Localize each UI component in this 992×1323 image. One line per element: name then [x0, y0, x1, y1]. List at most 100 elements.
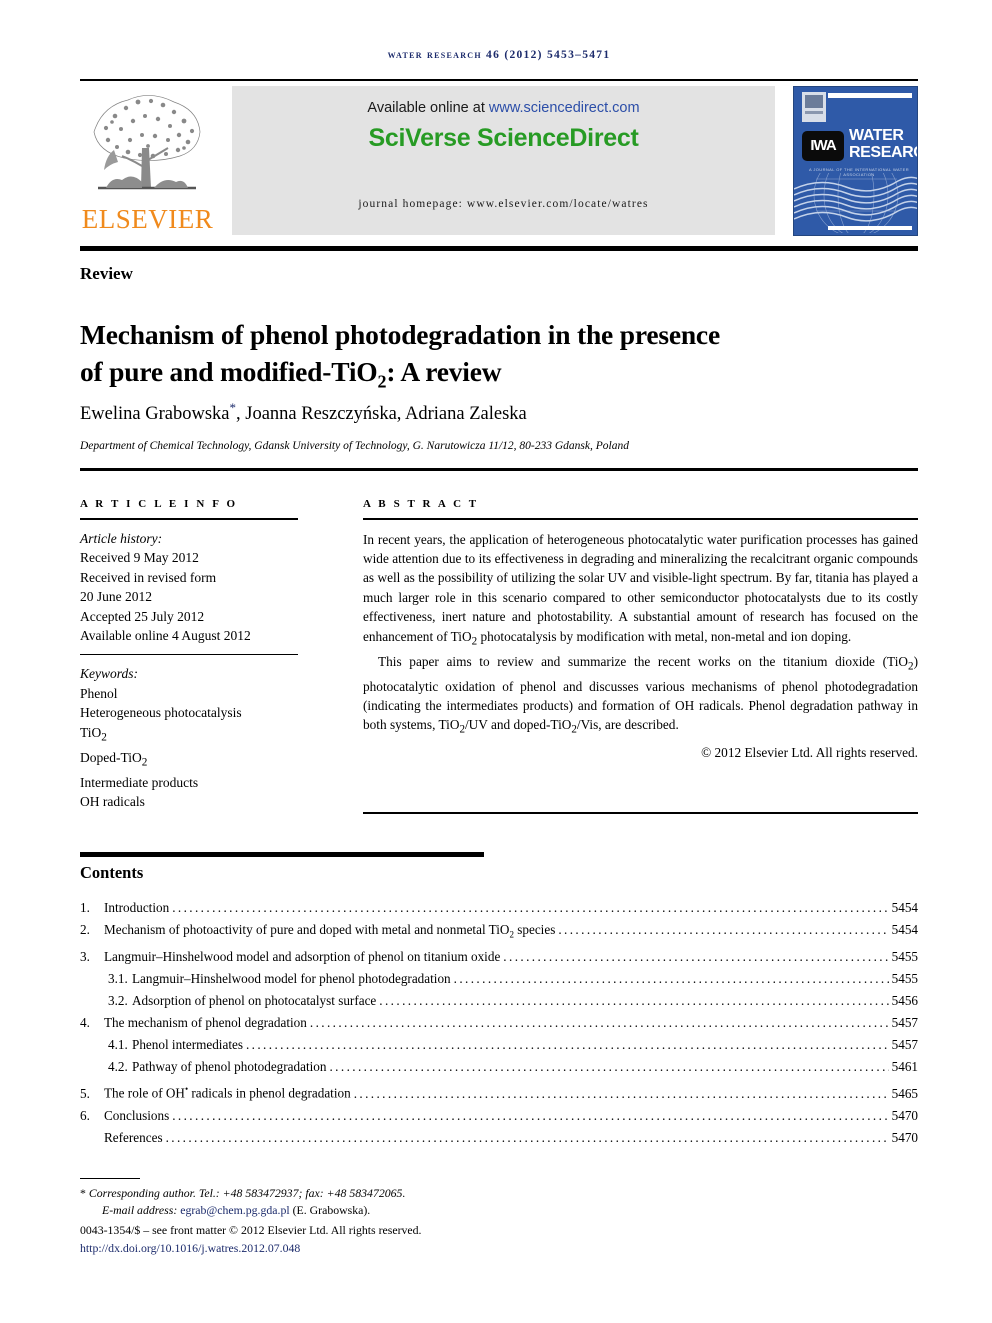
article-first-page: water research 46 (2012) 5453–5471 Avail…	[0, 0, 992, 1323]
email-label: E-mail address:	[102, 1203, 181, 1218]
toc-label[interactable]: Langmuir–Hinshelwood model and adsorptio…	[104, 946, 500, 968]
author-first: Ewelina Grabowska	[80, 404, 230, 425]
toc-page: 5457	[891, 1015, 918, 1031]
keyword-item: Heterogeneous photocatalysis	[80, 705, 242, 720]
toc-leader: ........................................…	[353, 1085, 889, 1101]
contents-top-rule	[80, 852, 484, 857]
toc-leader: ........................................…	[309, 1015, 889, 1031]
toc-label[interactable]: Introduction	[104, 897, 169, 919]
article-history-label: Article history:	[80, 530, 163, 546]
keywords-label: Keywords:	[80, 666, 138, 681]
toc-page: 5455	[891, 970, 918, 986]
cover-wave-graphic	[794, 173, 917, 233]
toc-entry[interactable]: 4. The mechanism of phenol degradation .…	[80, 1012, 918, 1034]
journal-masthead: Available online at www.sciencedirect.co…	[80, 86, 918, 238]
toc-label[interactable]: Conclusions	[104, 1105, 169, 1127]
toc-entry[interactable]: 4.2. Pathway of phenol photodegradation …	[80, 1056, 918, 1078]
toc-label[interactable]: Adsorption of phenol on photocatalyst su…	[132, 990, 376, 1012]
toc-leader: ........................................…	[245, 1037, 889, 1053]
cover-stamp-thumbnail	[802, 92, 826, 122]
available-online-line: Available online at www.sciencedirect.co…	[232, 100, 775, 116]
toc-leader: ........................................…	[453, 970, 889, 986]
toc-number: 1.	[80, 900, 90, 915]
title-line-2-b: : A review	[386, 356, 502, 388]
doi-link[interactable]: http://dx.doi.org/10.1016/j.watres.2012.…	[80, 1240, 640, 1257]
abstract-paragraph-1: In recent years, the application of hete…	[363, 531, 918, 648]
toc-label[interactable]: Phenol intermediates	[132, 1034, 243, 1056]
toc-entry[interactable]: 2. Mechanism of photoactivity of pure an…	[80, 919, 918, 946]
toc-number: 4.	[80, 1015, 90, 1031]
article-info-rule	[80, 518, 298, 520]
corresponding-author-note: * Corresponding author. Tel.: +48 583472…	[80, 1185, 640, 1202]
footnote-marker: *	[80, 1186, 86, 1200]
authors-rest: , Joanna Reszczyńska, Adriana Zaleska	[236, 404, 527, 425]
history-item: Received 9 May 2012	[80, 550, 199, 565]
keyword-item: OH radicals	[80, 794, 145, 810]
article-head-bottom-rule	[80, 468, 918, 471]
toc-leader: ........................................…	[379, 993, 888, 1009]
sciencedirect-link[interactable]: www.sciencedirect.com	[489, 100, 640, 116]
toc-label[interactable]: The role of OH• radicals in phenol degra…	[104, 1078, 351, 1104]
footnote-block: * Corresponding author. Tel.: +48 583472…	[80, 1185, 640, 1257]
toc-entry[interactable]: 4.1. Phenol intermediates ..............…	[80, 1034, 918, 1056]
history-item: 20 June 2012	[80, 589, 152, 604]
available-online-label: Available online at	[367, 100, 489, 116]
toc-label[interactable]: Pathway of phenol photodegradation	[132, 1056, 326, 1078]
toc-number: 2.	[80, 922, 90, 938]
author-list: Ewelina Grabowska*, Joanna Reszczyńska, …	[80, 400, 880, 425]
front-matter-line: 0043-1354/$ – see front matter © 2012 El…	[80, 1223, 422, 1238]
keywords-rule	[80, 653, 298, 655]
table-of-contents: 1. Introduction ........................…	[80, 897, 918, 1149]
toc-leader: ........................................…	[329, 1059, 888, 1075]
footnote-separator-rule	[80, 1178, 140, 1180]
email-owner: (E. Grabowska).	[289, 1203, 371, 1218]
toc-entry[interactable]: 3.2. Adsorption of phenol on photocataly…	[80, 990, 918, 1012]
keyword-item: TiO2	[80, 724, 107, 744]
email-note: E-mail address: egrab@chem.pg.gda.pl (E.…	[80, 1202, 640, 1219]
keyword-item: Doped-TiO2	[80, 749, 148, 769]
toc-entry[interactable]: 6. Conclusions .........................…	[80, 1105, 918, 1127]
keywords-block: Keywords: Phenol Heterogeneous photocata…	[80, 664, 335, 812]
article-head-top-rule	[80, 246, 918, 251]
toc-entry[interactable]: 3.1. Langmuir–Hinshelwood model for phen…	[80, 968, 918, 990]
corresponding-author-text: Corresponding author. Tel.: +48 58347293…	[88, 1186, 406, 1200]
cover-top-bar	[828, 93, 912, 98]
title-line-2-a: of pure and modified-TiO	[80, 356, 378, 388]
page-title: Mechanism of phenol photodegradation in …	[80, 316, 880, 401]
toc-page: 5465	[891, 1085, 918, 1101]
toc-leader: ........................................…	[172, 900, 888, 915]
toc-label[interactable]: Langmuir–Hinshelwood model for phenol ph…	[132, 968, 451, 990]
toc-leader: ........................................…	[503, 948, 888, 964]
masthead-top-rule	[80, 79, 918, 81]
toc-entry[interactable]: 5. The role of OH• radicals in phenol de…	[80, 1078, 918, 1104]
toc-page: 5454	[891, 922, 918, 938]
article-info-heading: A R T I C L E I N F O	[80, 498, 238, 510]
abstract-rule	[363, 518, 918, 520]
water-research-cover-image: IWA WATER RESEARCH A JOURNAL OF THE INTE…	[793, 86, 918, 236]
contents-heading: Contents	[80, 863, 144, 882]
toc-label[interactable]: The mechanism of phenol degradation	[104, 1012, 307, 1034]
article-type-label: Review	[80, 264, 133, 283]
abstract-copyright: © 2012 Elsevier Ltd. All rights reserved…	[701, 744, 918, 760]
cover-title-line1: WATER	[849, 127, 904, 144]
toc-leader: ........................................…	[558, 922, 889, 938]
toc-leader: ........................................…	[172, 1107, 888, 1123]
toc-label[interactable]: References	[104, 1127, 163, 1149]
email-link[interactable]: egrab@chem.pg.gda.pl	[180, 1203, 289, 1217]
abstract-heading: A B S T R A C T	[363, 498, 479, 510]
toc-entry[interactable]: 1. Introduction ........................…	[80, 897, 918, 919]
toc-page: 5456	[891, 993, 918, 1009]
toc-number: 3.	[80, 948, 90, 964]
toc-label[interactable]: Mechanism of photoactivity of pure and d…	[104, 919, 555, 946]
toc-number: 3.1.	[108, 970, 128, 986]
elsevier-tree-icon	[92, 95, 201, 190]
running-head: water research 46 (2012) 5453–5471	[387, 49, 611, 61]
elsevier-wordmark: ELSEVIER	[81, 204, 214, 234]
article-info-column: A R T I C L E I N F O Article history: R…	[80, 498, 335, 812]
toc-entry[interactable]: References .............................…	[80, 1127, 918, 1149]
toc-page: 5455	[891, 948, 918, 964]
journal-homepage-line[interactable]: journal homepage: www.elsevier.com/locat…	[232, 198, 775, 210]
toc-page: 5470	[891, 1107, 918, 1123]
article-history-block: Article history: Received 9 May 2012 Rec…	[80, 529, 335, 646]
toc-entry[interactable]: 3. Langmuir–Hinshelwood model and adsorp…	[80, 946, 918, 968]
